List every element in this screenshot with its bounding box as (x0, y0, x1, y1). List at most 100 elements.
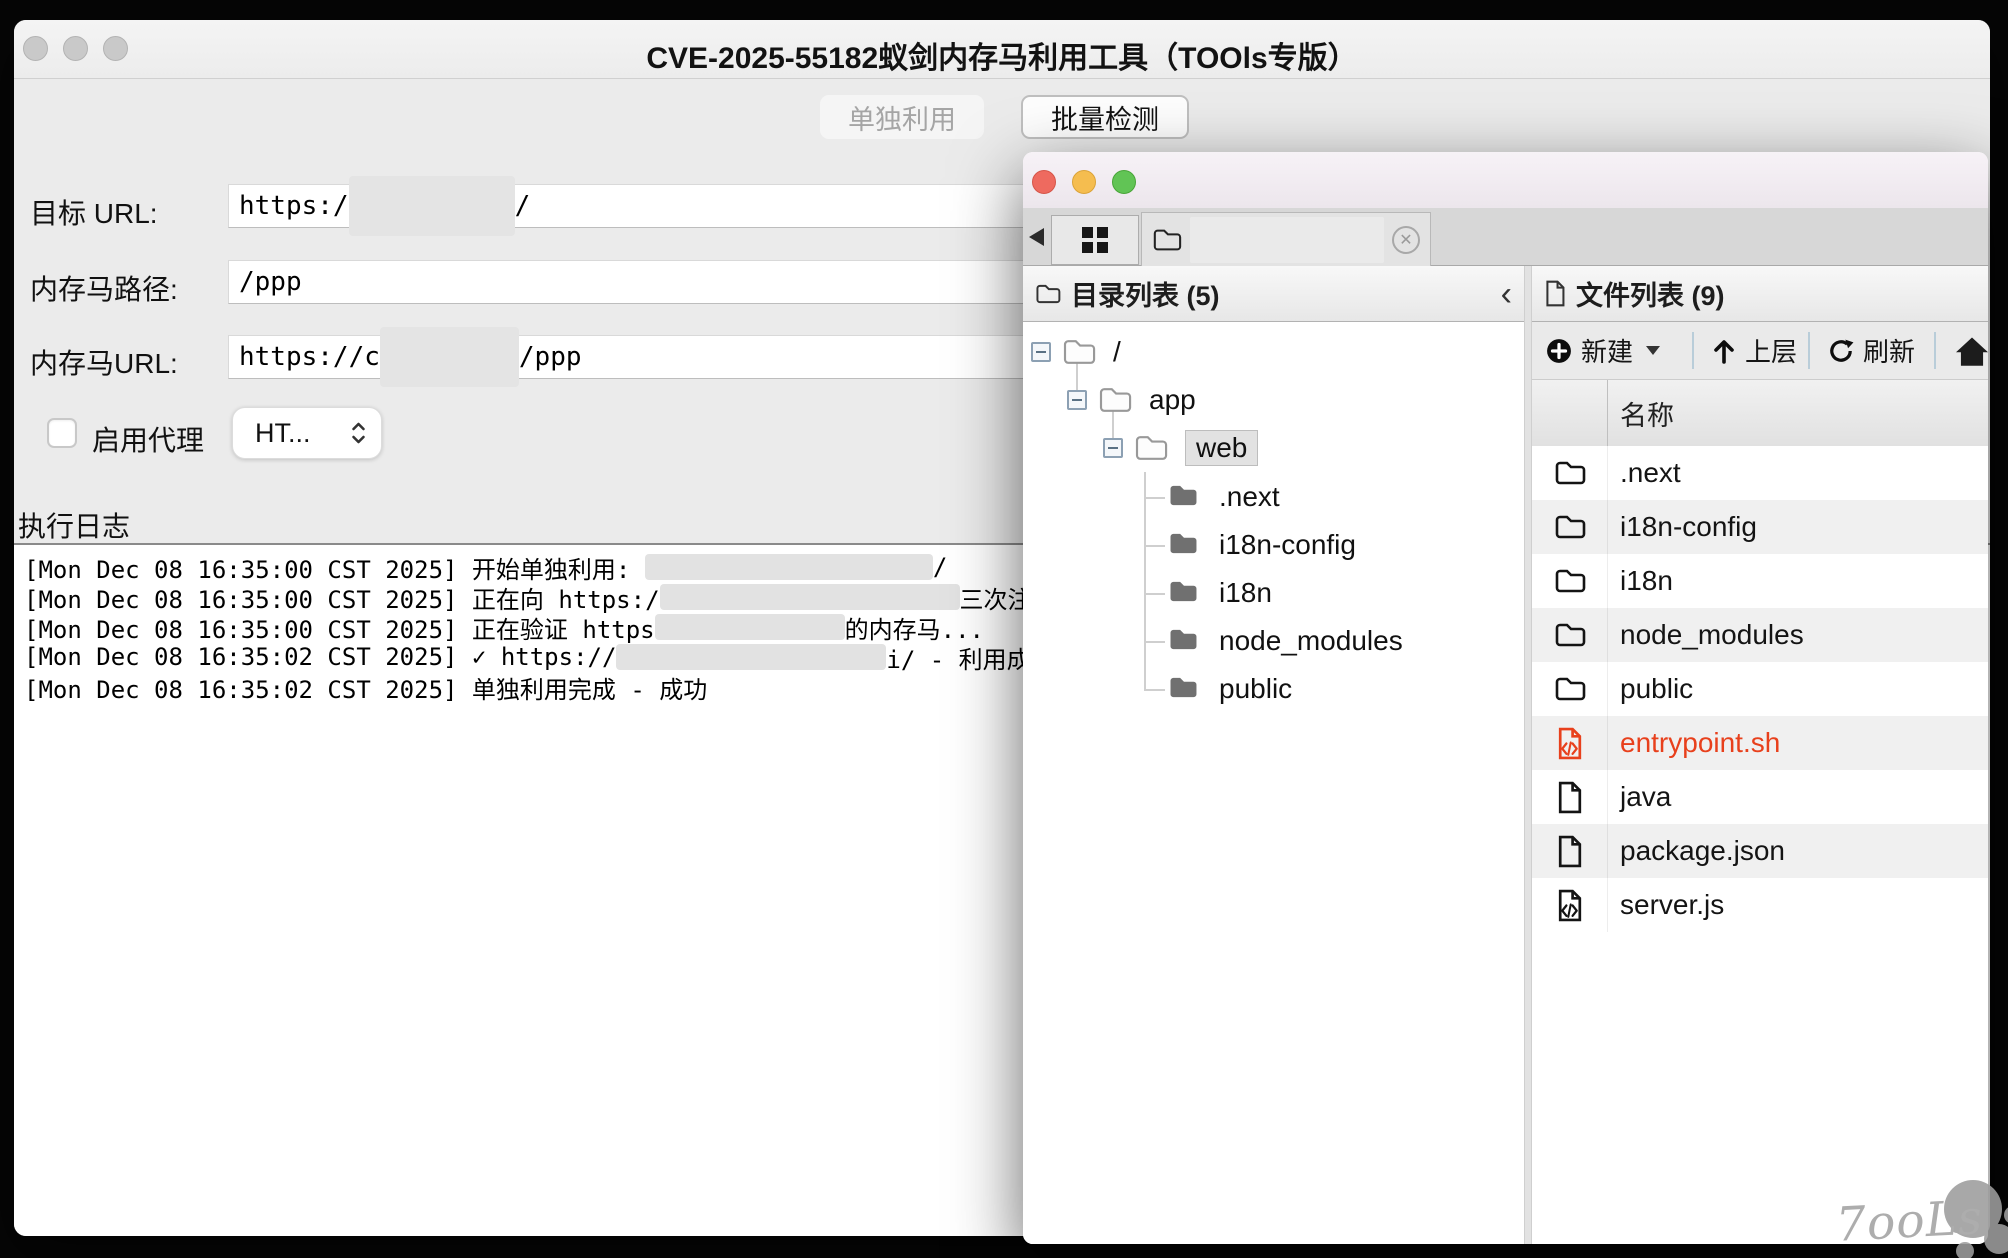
tree-item-label[interactable]: app (1149, 384, 1196, 416)
tree-item-i18n[interactable]: i18n (1023, 569, 1524, 617)
home-button[interactable] (1954, 322, 1988, 379)
file-name[interactable]: node_modules (1608, 619, 1804, 651)
fm-titlebar (1023, 152, 1988, 209)
directory-pane-header: 目录列表 (5) ‹ (1023, 266, 1524, 322)
icon-column-header (1532, 380, 1608, 446)
folder-icon (1152, 227, 1182, 253)
watermark: 7ooLs (1836, 1178, 2008, 1258)
tree-item-nodemodules[interactable]: node_modules (1023, 617, 1524, 665)
folder-icon (1532, 446, 1608, 500)
tab-close-icon[interactable]: ✕ (1392, 226, 1420, 254)
directory-pane-title: 目录列表 (5) (1071, 274, 1220, 313)
tree-item-label[interactable]: / (1113, 336, 1121, 368)
desktop: CVE-2025-55182蚁剑内存马利用工具（TOOls专版） 单独利用 批量… (0, 0, 2008, 1258)
back-chevron-icon[interactable] (1029, 228, 1044, 246)
proxy-type-select[interactable]: HT... (232, 407, 382, 459)
tab-overview-button[interactable] (1051, 215, 1139, 265)
watermark-text: 7ooLs (1835, 1190, 1985, 1253)
target-url-label: 目标 URL: (30, 192, 158, 232)
tree-item-label[interactable]: public (1219, 673, 1292, 705)
refresh-button[interactable]: 刷新 (1828, 322, 1915, 379)
folder-icon (1532, 608, 1608, 662)
collapse-expander-icon[interactable] (1031, 342, 1051, 362)
folder-icon (1167, 675, 1199, 707)
file-icon (1532, 824, 1608, 878)
arrow-up-icon (1712, 338, 1736, 364)
file-row-public[interactable]: public (1532, 662, 1988, 716)
log-text: [Mon Dec 08 16:35:02 CST 2025] ✓ https:/… (24, 643, 616, 671)
shell-url-value-suffix: /ppp (519, 342, 582, 372)
up-level-button[interactable]: 上层 (1712, 322, 1797, 379)
refresh-icon (1828, 338, 1854, 364)
close-window-icon[interactable] (1032, 170, 1056, 194)
shell-path-value: /ppp (239, 267, 302, 297)
target-url-value-prefix: https:/ (239, 191, 349, 221)
redacted-blur (349, 176, 515, 236)
file-row-package.json[interactable]: package.json (1532, 824, 1988, 878)
tree-item-label[interactable]: node_modules (1219, 625, 1403, 657)
tree-item-[interactable]: / (1023, 328, 1524, 376)
solo-exploit-button[interactable]: 单独利用 (820, 95, 984, 139)
toolbar-separator (1692, 332, 1694, 369)
tree-item-label[interactable]: .next (1219, 481, 1280, 513)
tree-item-label[interactable]: web (1185, 430, 1258, 466)
redacted-blur (380, 327, 519, 387)
file-row-node-modules[interactable]: node_modules (1532, 608, 1988, 662)
proxy-select-value: HT... (255, 418, 350, 449)
file-name[interactable]: i18n-config (1608, 511, 1757, 543)
tree-item-next[interactable]: .next (1023, 473, 1524, 521)
main-titlebar: CVE-2025-55182蚁剑内存马利用工具（TOOls专版） (14, 20, 1990, 79)
batch-detect-button[interactable]: 批量检测 (1021, 95, 1189, 139)
file-rows: .next i18n-config i18n node_modulespublic en… (1532, 446, 1988, 1244)
log-text: [Mon Dec 08 16:35:00 CST 2025] 正在验证 http… (24, 610, 655, 645)
pane-divider[interactable] (1524, 266, 1532, 1244)
tree-item-web[interactable]: web (1023, 424, 1524, 472)
redacted-blur (645, 554, 933, 580)
file-name[interactable]: entrypoint.sh (1608, 727, 1780, 759)
home-icon (1954, 335, 1988, 367)
redacted-blur (655, 614, 845, 640)
exec-log-label: 执行日志 (18, 505, 130, 545)
folder-icon (1035, 283, 1061, 305)
tree-item-label[interactable]: i18n-config (1219, 529, 1356, 561)
maximize-window-icon[interactable] (1112, 170, 1136, 194)
file-row-server.js[interactable]: server.js (1532, 878, 1988, 932)
session-tab[interactable]: ✕ (1141, 212, 1431, 266)
directory-tree: / app web .next i18n-config i18n node_modulesp… (1023, 322, 1524, 1244)
file-name[interactable]: public (1608, 673, 1693, 705)
tree-item-public[interactable]: public (1023, 665, 1524, 713)
file-name[interactable]: java (1608, 781, 1671, 813)
file-pane-title: 文件列表 (9) (1576, 274, 1725, 313)
file-row-i18n[interactable]: i18n (1532, 554, 1988, 608)
folder-icon (1061, 338, 1097, 373)
tree-item-i18nconfig[interactable]: i18n-config (1023, 521, 1524, 569)
file-row-java[interactable]: java (1532, 770, 1988, 824)
collapse-expander-icon[interactable] (1103, 438, 1123, 458)
folder-icon (1167, 627, 1199, 659)
file-name[interactable]: .next (1608, 457, 1681, 489)
collapse-expander-icon[interactable] (1067, 390, 1087, 410)
tree-item-label[interactable]: i18n (1219, 577, 1272, 609)
file-row-.next[interactable]: .next (1532, 446, 1988, 500)
file-name[interactable]: i18n (1608, 565, 1673, 597)
file-code-icon (1532, 716, 1608, 770)
minimize-window-icon[interactable] (1072, 170, 1096, 194)
name-column-header[interactable]: 名称 (1608, 380, 1988, 446)
redacted-blur (660, 584, 960, 610)
new-button[interactable]: 新建 (1546, 322, 1660, 379)
up-button-label: 上层 (1745, 332, 1797, 369)
file-row-i18n-config[interactable]: i18n-config (1532, 500, 1988, 554)
toolbar-separator (1934, 332, 1936, 369)
refresh-button-label: 刷新 (1863, 332, 1915, 369)
proxy-label: 启用代理 (92, 419, 204, 459)
shell-url-label: 内存马URL: (30, 342, 178, 382)
folder-icon (1167, 579, 1199, 611)
file-name[interactable]: package.json (1608, 835, 1785, 867)
tree-item-app[interactable]: app (1023, 376, 1524, 424)
file-name[interactable]: server.js (1608, 889, 1724, 921)
fm-tab-bar: ✕ (1023, 208, 1988, 266)
file-table-header: 名称 (1532, 380, 1988, 446)
file-toolbar: 新建 上层 (1532, 322, 1988, 380)
file-row-entrypoint.sh[interactable]: entrypoint.sh (1532, 716, 1988, 770)
proxy-checkbox[interactable] (47, 418, 77, 448)
